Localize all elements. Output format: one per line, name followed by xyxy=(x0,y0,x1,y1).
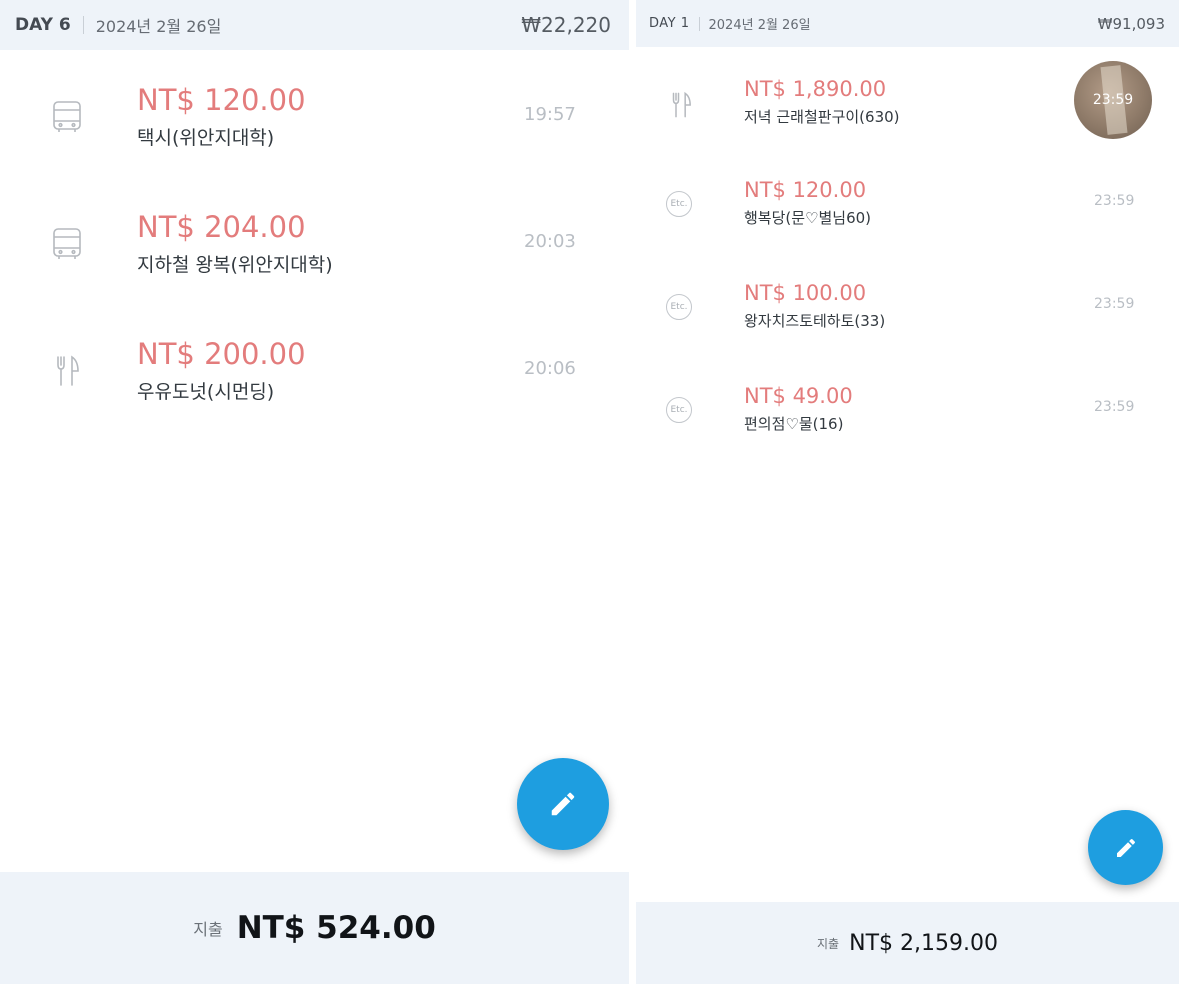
expense-time: 20:03 xyxy=(524,231,576,252)
spending-label: 지출 xyxy=(817,936,840,951)
panel-divider xyxy=(629,0,636,984)
day-header: DAY 1 2024년 2월 26일 ₩91,093 xyxy=(636,0,1179,47)
header-divider xyxy=(82,16,84,34)
expense-item[interactable]: NT$ 120.00 택시(위안지대학) 19:57 xyxy=(0,83,629,163)
right-expense-panel: DAY 1 2024년 2월 26일 ₩91,093 NT$ 1,890.00 … xyxy=(636,0,1179,984)
left-expense-panel: DAY 6 2024년 2월 26일 ₩22,220 NT$ 120.00 택시… xyxy=(0,0,629,984)
bus-icon xyxy=(51,99,83,135)
expense-amount: NT$ 120.00 xyxy=(744,178,867,202)
expense-amount: NT$ 120.00 xyxy=(137,83,306,117)
expense-amount: NT$ 204.00 xyxy=(137,210,306,244)
header-divider xyxy=(698,16,700,31)
spending-label: 지출 xyxy=(193,920,223,939)
expense-time: 23:59 xyxy=(1092,92,1134,108)
expense-time: 23:59 xyxy=(1094,399,1135,415)
etc-icon: Etc. xyxy=(666,191,696,221)
fork-knife-icon xyxy=(51,353,83,389)
spending-total-bar: 지출 NT$ 524.00 xyxy=(0,872,629,984)
day-krw-total: ₩91,093 xyxy=(1097,14,1165,33)
pencil-icon xyxy=(1116,838,1135,857)
expense-amount: NT$ 200.00 xyxy=(137,337,306,371)
expense-item[interactable]: NT$ 200.00 우유도넛(시먼딩) 20:06 xyxy=(0,337,629,417)
day-header: DAY 6 2024년 2월 26일 ₩22,220 xyxy=(0,0,629,50)
expense-description: 지하철 왕복(위안지대학) xyxy=(137,254,333,276)
expense-time: 20:06 xyxy=(524,358,576,379)
edit-fab-button[interactable] xyxy=(517,758,609,850)
expense-description: 편의점♡물(16) xyxy=(744,415,844,433)
expense-item[interactable]: NT$ 204.00 지하철 왕복(위안지대학) 20:03 xyxy=(0,210,629,290)
day-number: DAY 1 xyxy=(649,16,690,31)
expense-time: 19:57 xyxy=(524,104,576,125)
expense-amount: NT$ 1,890.00 xyxy=(744,77,887,101)
etc-icon: Etc. xyxy=(666,397,696,427)
expense-amount: NT$ 100.00 xyxy=(744,281,867,305)
expense-description: 우유도넛(시먼딩) xyxy=(137,381,275,403)
pencil-icon xyxy=(551,792,575,816)
edit-fab-button[interactable] xyxy=(1088,810,1163,885)
day-date: 2024년 2월 26일 xyxy=(95,17,222,36)
bus-icon xyxy=(51,226,83,262)
expense-amount: NT$ 49.00 xyxy=(744,384,853,408)
expense-item[interactable]: Etc. NT$ 49.00 편의점♡물(16) 23:59 xyxy=(636,384,1179,444)
expense-description: 왕자치즈토테하토(33) xyxy=(744,312,886,330)
expense-description: 저녁 근래철판구이(630) xyxy=(744,108,900,126)
day-krw-total: ₩22,220 xyxy=(521,13,611,37)
spending-total-bar: 지출 NT$ 2,159.00 xyxy=(636,902,1179,984)
expense-description: 택시(위안지대학) xyxy=(137,127,275,149)
expense-item[interactable]: Etc. NT$ 100.00 왕자치즈토테하토(33) 23:59 xyxy=(636,281,1179,341)
expense-item[interactable]: Etc. NT$ 120.00 행복당(문♡별님60) 23:59 xyxy=(636,178,1179,238)
spending-total: NT$ 2,159.00 xyxy=(849,930,998,956)
day-date: 2024년 2월 26일 xyxy=(708,18,811,33)
receipt-photo-thumbnail[interactable]: 23:59 xyxy=(1074,61,1152,139)
expense-time: 23:59 xyxy=(1094,296,1135,312)
day-number: DAY 6 xyxy=(15,15,71,35)
expense-description: 행복당(문♡별님60) xyxy=(744,209,872,227)
fork-knife-icon xyxy=(666,90,696,120)
expense-time: 23:59 xyxy=(1094,193,1135,209)
spending-total: NT$ 524.00 xyxy=(236,910,436,946)
etc-icon: Etc. xyxy=(666,294,696,324)
